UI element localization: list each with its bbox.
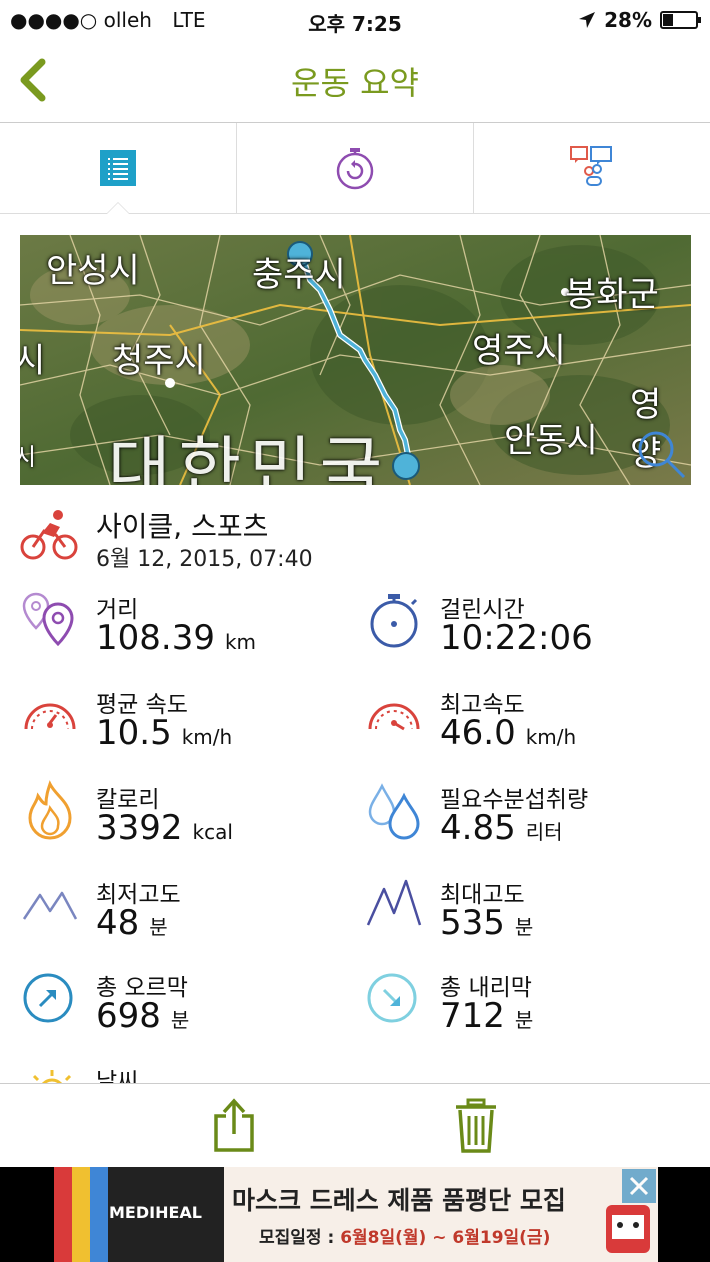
map-label-bonghwa: 봉화군: [565, 275, 659, 315]
duration-value: 10:22:06: [440, 618, 593, 658]
max-altitude-value: 535: [440, 903, 505, 943]
cycling-icon: [20, 510, 78, 560]
max-speed-value: 46.0: [440, 713, 516, 753]
mask-mascot-icon: [606, 1205, 650, 1253]
segment-tabs: [0, 123, 710, 214]
map-label-anseong: 안성시: [46, 251, 140, 291]
min-altitude-unit: 분: [149, 915, 168, 939]
ad-title: 마스크 드레스 제품 품평단 모집: [232, 1186, 566, 1215]
active-tab-indicator: [106, 202, 130, 214]
speedometer-max-icon: [368, 703, 420, 731]
map-label-andong: 안동시: [504, 421, 598, 461]
tab-laps[interactable]: [237, 123, 474, 213]
descent-arrow-icon: [367, 973, 417, 1023]
route-map[interactable]: 안성시 충주시 봉화군 청주시 영주시 영양 안동시 대한민국 시 시: [20, 235, 691, 485]
stat-value: 48 분: [96, 903, 168, 943]
map-label-partial-left: 시: [20, 341, 46, 381]
map-label-country: 대한민국: [108, 430, 391, 485]
descent-unit: 분: [514, 1008, 534, 1032]
speedometer-icon: [24, 703, 76, 730]
stat-weather: 날씨: [20, 1062, 360, 1083]
ad-sub-dates: 6월8일(월) ~ 6월19일(금): [340, 1228, 551, 1248]
map-label-chungju: 충주시: [252, 255, 346, 295]
stat-label: 날씨: [96, 1069, 139, 1083]
calories-value: 3392: [96, 808, 183, 848]
bottom-toolbar: [0, 1084, 710, 1166]
location-arrow-icon: [579, 12, 596, 28]
stat-value: 10.5 km/h: [96, 713, 232, 753]
hydration-value: 4.85: [440, 808, 516, 848]
ascent-value: 698: [96, 996, 161, 1036]
avg-speed-value: 10.5: [96, 713, 172, 753]
stat-distance: 거리 108.39 km: [20, 590, 360, 670]
ascent-unit: 분: [170, 1008, 190, 1032]
stat-value: 535 분: [440, 903, 533, 943]
stat-value: 3392 kcal: [96, 808, 233, 848]
map-label-partial-bottom: 시: [20, 443, 37, 471]
stat-value: 46.0 km/h: [440, 713, 576, 753]
share-icon[interactable]: [212, 1098, 256, 1154]
max-altitude-unit: 분: [514, 915, 534, 939]
ad-brand-block: MEDIHEAL: [54, 1167, 224, 1262]
ad-brand-name: MEDIHEAL: [109, 1203, 202, 1222]
ascent-arrow-icon: [23, 973, 73, 1023]
distance-unit: km: [224, 630, 257, 654]
compare-icon: [570, 146, 612, 186]
nav-bar: 운동 요약: [0, 40, 710, 123]
stat-min-altitude: 최저고도 48 분: [20, 875, 360, 955]
sun-icon: [32, 1070, 72, 1083]
ad-close-icon[interactable]: [622, 1169, 656, 1203]
ad-subtitle: 모집일정 : 6월8일(월) ~ 6월19일(금): [259, 1223, 550, 1248]
status-bar: ●●●●○ olleh LTE 오후 7:25 28%: [0, 0, 710, 40]
battery-icon: [660, 11, 701, 29]
status-right: 28%: [578, 8, 701, 32]
ad-creative[interactable]: MEDIHEAL 마스크 드레스 제품 품평단 모집 모집일정 : 6월8일(월…: [54, 1167, 658, 1262]
ad-banner[interactable]: MEDIHEAL 마스크 드레스 제품 품평단 모집 모집일정 : 6월8일(월…: [0, 1167, 710, 1262]
distance-value: 108.39: [96, 618, 215, 658]
stat-value: 712 분: [440, 996, 533, 1036]
stat-value: 108.39 km: [96, 618, 256, 658]
stat-hydration: 필요수분섭취량 4.85 리터: [364, 780, 704, 860]
ad-sub-prefix: 모집일정 :: [259, 1228, 341, 1248]
battery-percent: 28%: [604, 8, 652, 32]
tab-summary[interactable]: [0, 123, 237, 214]
high-mountain-icon: [366, 879, 422, 926]
stat-ascent: 총 오르막 698 분: [20, 968, 360, 1048]
page-title: 운동 요약: [291, 64, 419, 102]
activity-date: 6월 12, 2015, 07:40: [96, 547, 313, 572]
activity-header: 사이클, 스포츠 6월 12, 2015, 07:40: [20, 505, 700, 575]
list-icon: [100, 150, 136, 186]
trash-icon[interactable]: [454, 1098, 498, 1154]
stat-calories: 칼로리 3392 kcal: [20, 780, 360, 860]
activity-name: 사이클, 스포츠: [96, 510, 269, 543]
stat-max-altitude: 최대고도 535 분: [364, 875, 704, 955]
stat-max-speed: 최고속도 46.0 km/h: [364, 685, 704, 765]
stat-avg-speed: 평균 속도 10.5 km/h: [20, 685, 360, 765]
stat-value: 698 분: [96, 996, 189, 1036]
hydration-unit: 리터: [525, 820, 563, 844]
tab-compare[interactable]: [474, 123, 710, 213]
min-altitude-value: 48: [96, 903, 140, 943]
max-speed-unit: km/h: [525, 725, 577, 749]
magnify-icon[interactable]: [632, 425, 688, 481]
route-end-marker: [392, 452, 420, 480]
calories-unit: kcal: [192, 820, 233, 844]
distance-pin-icon: [22, 592, 74, 647]
stopwatch-icon: [336, 148, 374, 190]
flame-icon: [28, 780, 72, 840]
stopwatch-icon: [370, 594, 418, 648]
stat-value: 10:22:06: [440, 618, 593, 658]
descent-value: 712: [440, 996, 505, 1036]
map-label-yeongju: 영주시: [472, 331, 566, 371]
stat-duration: 걸린시간 10:22:06: [364, 590, 704, 670]
stat-value: 4.85 리터: [440, 808, 563, 848]
water-drops-icon: [368, 783, 420, 840]
low-mountain-icon: [22, 891, 78, 920]
avg-speed-unit: km/h: [181, 725, 233, 749]
stat-descent: 총 내리막 712 분: [364, 968, 704, 1048]
map-label-cheongju: 청주시: [112, 341, 206, 381]
